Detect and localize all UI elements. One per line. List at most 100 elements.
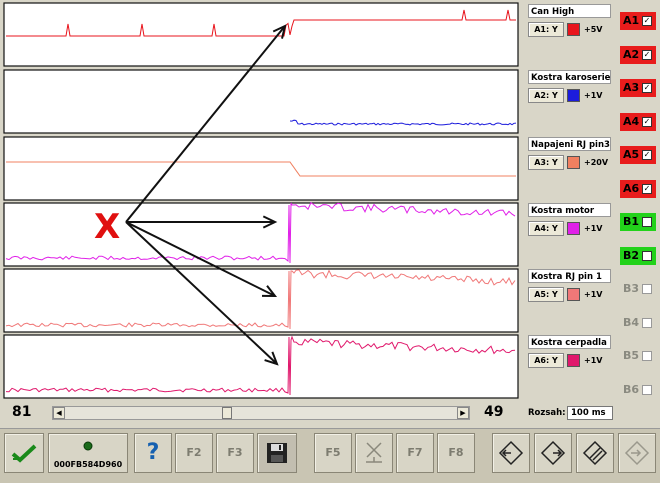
selector-label: B6	[623, 382, 640, 396]
selector-checkbox[interactable]: ✓	[642, 83, 652, 93]
trace-strip-3[interactable]	[3, 136, 519, 201]
selector-checkbox[interactable]: ✓	[642, 49, 652, 60]
channel-color-swatch[interactable]	[567, 354, 580, 367]
device-id-label: 000FB584D960	[53, 460, 123, 469]
nav-back-button[interactable]	[492, 433, 530, 473]
status-led-icon	[83, 441, 93, 451]
channel-color-swatch[interactable]	[567, 89, 580, 102]
channel-title: Can High	[528, 4, 611, 18]
selector-label: B2	[623, 248, 640, 262]
diamond-exit-icon	[624, 440, 650, 466]
channel-axis-button[interactable]: A4: Y	[528, 221, 564, 236]
scroll-right-arrow-icon[interactable]: ▶	[457, 407, 469, 419]
channel-selector-b4[interactable]: B4	[620, 314, 656, 332]
channel-title: Kostra cerpadla	[528, 335, 611, 349]
channel-color-swatch[interactable]	[567, 156, 580, 169]
f5-button[interactable]: F5	[314, 433, 352, 473]
channel-panel-2: Kostra karoserie A2: Y +1V	[528, 70, 613, 132]
scissors-cursor-icon	[366, 442, 382, 463]
channel-selector-b1[interactable]: B1	[620, 213, 656, 231]
scroll-left-arrow-icon[interactable]: ◀	[53, 407, 65, 419]
channel-scale: +5V	[584, 25, 603, 34]
cursor-tool-button[interactable]	[355, 433, 393, 473]
channel-axis-button[interactable]: A5: Y	[528, 287, 564, 302]
channel-scale: +20V	[584, 158, 609, 167]
selector-checkbox[interactable]	[642, 317, 652, 328]
diamond-arrow-left-icon	[498, 440, 524, 466]
selector-checkbox[interactable]: ✓	[642, 183, 652, 194]
bottom-toolbar: 000FB584D960 ? F2 F3 F5 F7 F8	[0, 428, 660, 483]
channel-color-swatch[interactable]	[567, 222, 580, 235]
save-button[interactable]	[257, 433, 297, 473]
diamond-arrow-right-icon	[540, 440, 566, 466]
selector-label: B1	[623, 215, 640, 228]
selector-label: B5	[623, 349, 640, 362]
f7-button[interactable]: F7	[396, 433, 434, 473]
channel-selector-b6[interactable]: B6	[620, 381, 656, 399]
selector-checkbox[interactable]	[642, 250, 652, 261]
selector-checkbox[interactable]	[642, 217, 652, 227]
exit-button[interactable]	[618, 433, 656, 473]
selector-checkbox[interactable]: ✓	[642, 16, 652, 26]
selector-label: A2	[623, 47, 640, 61]
range-field[interactable]: 100 ms	[567, 406, 613, 420]
channel-axis-button[interactable]: A1: Y	[528, 22, 564, 37]
channel-selector-b3[interactable]: B3	[620, 280, 656, 298]
channel-panel-1: Can High A1: Y +5V	[528, 4, 613, 66]
channel-title: Napajeni RJ pin3	[528, 137, 611, 151]
channel-selector-a6[interactable]: A6 ✓	[620, 179, 656, 198]
device-button[interactable]: 000FB584D960	[48, 433, 128, 473]
floppy-disk-icon	[267, 443, 287, 463]
channel-selector-a4[interactable]: A4 ✓	[620, 112, 656, 131]
checkmark-icon	[11, 444, 37, 463]
channel-color-swatch[interactable]	[567, 23, 580, 36]
channel-scale: +1V	[584, 224, 603, 233]
selector-label: A1	[623, 14, 640, 27]
channel-selector-a3[interactable]: A3 ✓	[620, 79, 656, 97]
channel-selector-a2[interactable]: A2 ✓	[620, 45, 656, 64]
f8-button[interactable]: F8	[437, 433, 475, 473]
channel-selector-a1[interactable]: A1 ✓	[620, 12, 656, 30]
channel-selector-a5[interactable]: A5 ✓	[620, 146, 656, 164]
cursor-right-value: 49	[484, 404, 504, 420]
channel-panel-6: Kostra cerpadla A6: Y +1V	[528, 335, 613, 397]
range-label: Rozsah:	[528, 408, 566, 418]
selector-label: B3	[623, 282, 640, 295]
scroll-thumb[interactable]	[222, 407, 233, 419]
cursor-left-value: 81	[12, 404, 32, 420]
f2-button[interactable]: F2	[175, 433, 213, 473]
trace-strip-5[interactable]	[3, 268, 519, 333]
nav-cancel-button[interactable]	[576, 433, 614, 473]
channel-scale: +1V	[584, 91, 603, 100]
selector-checkbox[interactable]	[642, 284, 652, 294]
help-button[interactable]: ?	[134, 433, 172, 473]
selector-label: A4	[623, 114, 640, 128]
channel-axis-button[interactable]: A2: Y	[528, 88, 564, 103]
channel-color-swatch[interactable]	[567, 288, 580, 301]
oscilloscope-plot-area[interactable]: X	[0, 0, 522, 402]
channel-axis-button[interactable]: A3: Y	[528, 155, 564, 170]
selector-checkbox[interactable]	[642, 384, 652, 395]
channel-title: Kostra karoserie	[528, 70, 611, 84]
channel-scale: +1V	[584, 290, 603, 299]
trace-strip-2[interactable]	[3, 69, 519, 134]
channel-panel-3: Napajeni RJ pin3 A3: Y +20V	[528, 137, 613, 199]
selector-checkbox[interactable]: ✓	[642, 116, 652, 127]
channel-panel-4: Kostra motor A4: Y +1V	[528, 203, 613, 265]
annotation-x-marker: X	[94, 207, 120, 247]
time-scrollbar[interactable]: ◀ ▶	[52, 406, 470, 420]
nav-forward-button[interactable]	[534, 433, 572, 473]
diamond-crossed-icon	[582, 440, 608, 466]
channel-scale: +1V	[584, 356, 603, 365]
channel-axis-button[interactable]: A6: Y	[528, 353, 564, 368]
channel-title: Kostra motor	[528, 203, 611, 217]
selector-checkbox[interactable]: ✓	[642, 150, 652, 160]
confirm-button[interactable]	[4, 433, 44, 473]
channel-selector-b2[interactable]: B2	[620, 246, 656, 265]
channel-panel-5: Kostra RJ pin 1 A5: Y +1V	[528, 269, 613, 331]
f3-button[interactable]: F3	[216, 433, 254, 473]
channel-title: Kostra RJ pin 1	[528, 269, 611, 283]
channel-selector-b5[interactable]: B5	[620, 347, 656, 365]
selector-label: A6	[623, 181, 640, 195]
selector-checkbox[interactable]	[642, 351, 652, 361]
